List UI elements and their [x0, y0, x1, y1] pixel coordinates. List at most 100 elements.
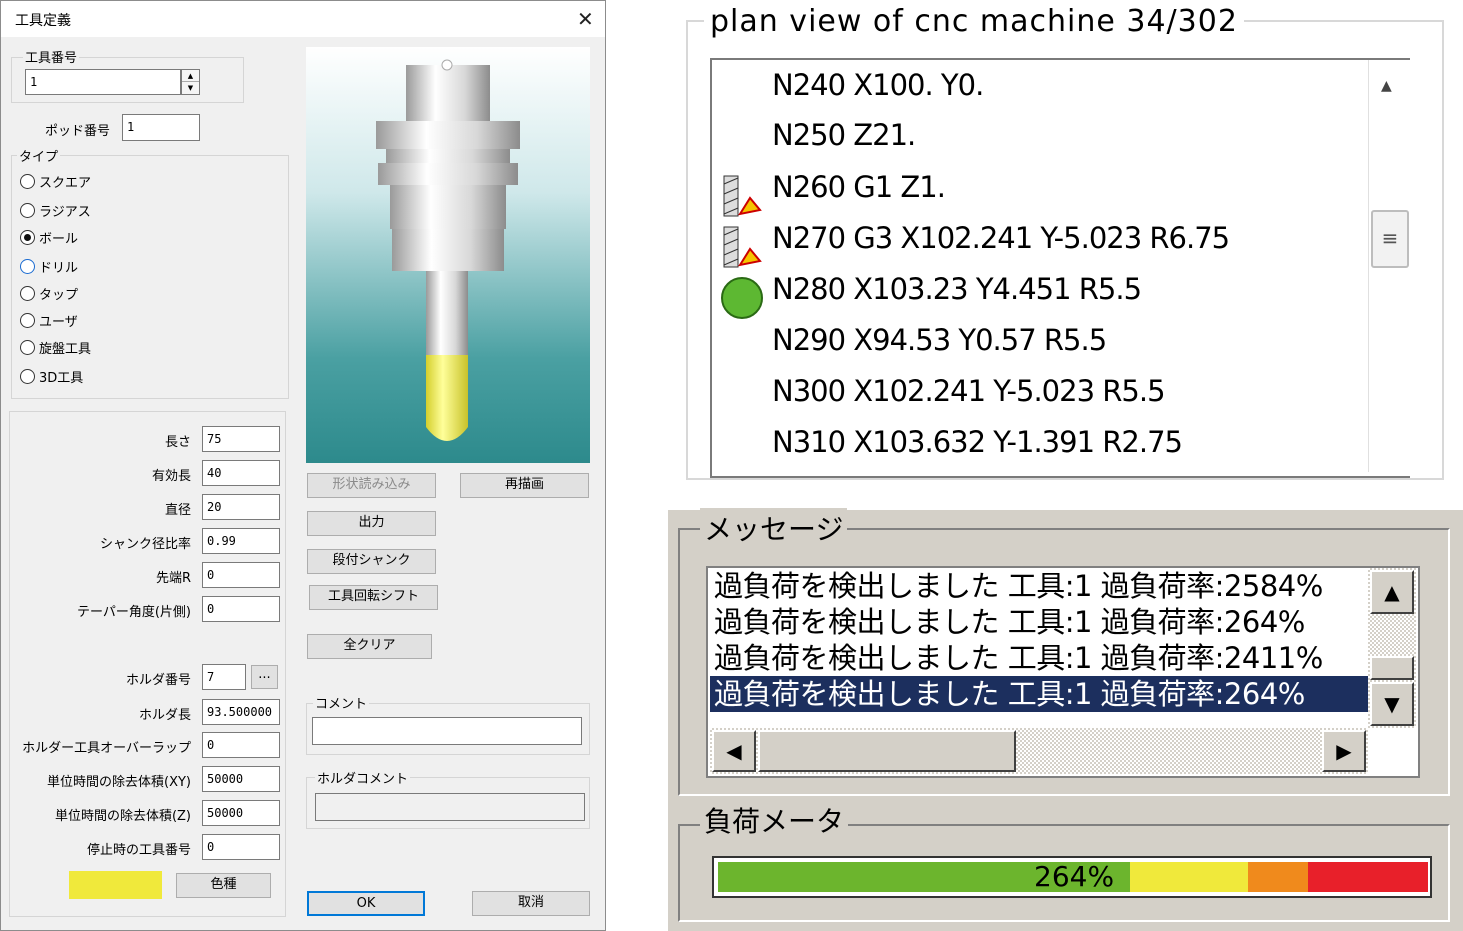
message-scroll-right-icon[interactable]: ▶ [1322, 730, 1366, 772]
tool-number-spinner[interactable]: ▲ ▼ [181, 69, 200, 95]
meter-red-segment [1308, 862, 1428, 892]
type-group [11, 155, 289, 399]
nc-line[interactable]: N310 X103.632 Y-1.391 R2.75 [772, 425, 1183, 459]
type-radio-0[interactable]: スクエア [20, 172, 91, 191]
radio-circle-icon[interactable] [20, 313, 35, 328]
nc-line[interactable]: N260 G1 Z1. [772, 170, 946, 204]
type-radio-6[interactable]: 旋盤工具 [20, 338, 91, 357]
param-input[interactable]: 93.500000 [202, 699, 280, 725]
nc-line[interactable]: N290 X94.53 Y0.57 R5.5 [772, 323, 1107, 357]
type-radio-7[interactable]: 3D工具 [20, 367, 83, 386]
type-radio-3[interactable]: ドリル [20, 257, 78, 276]
type-radio-label: タップ [39, 288, 79, 303]
color-button[interactable]: 色種 [176, 873, 271, 898]
holder-browse-button[interactable]: ... [251, 665, 278, 689]
load-shape-button[interactable]: 形状読み込み [307, 473, 436, 498]
type-radio-2[interactable]: ボール [20, 228, 78, 247]
message-scroll-left-icon[interactable]: ◀ [712, 730, 756, 772]
param-label: 単位時間の除去体積(Z) [54, 809, 191, 824]
radio-circle-icon[interactable] [20, 369, 35, 384]
radio-circle-icon[interactable] [20, 259, 35, 274]
title-bar: 工具定義 ✕ [1, 1, 605, 37]
tool-rotation-shift-button[interactable]: 工具回転シフト [309, 585, 438, 610]
nc-scroll-thumb[interactable]: ≡ [1371, 210, 1409, 268]
tool-number-label: 工具番号 [23, 47, 80, 66]
param-input[interactable]: 75 [202, 426, 280, 452]
message-item[interactable]: 過負荷を検出しました 工具:1 過負荷率:2584% [714, 568, 1368, 604]
param-input[interactable]: 50000 [202, 800, 280, 826]
param-input[interactable]: 0 [202, 562, 280, 588]
output-button[interactable]: 出力 [307, 511, 436, 536]
tool-preview-drawing [376, 59, 520, 441]
param-label: 単位時間の除去体積(XY) [47, 775, 191, 790]
message-scroll-down-icon[interactable]: ▼ [1370, 682, 1414, 726]
radio-circle-icon[interactable] [20, 203, 35, 218]
nc-line[interactable]: N270 G3 X102.241 Y-5.023 R6.75 [772, 221, 1230, 255]
param-input[interactable]: 7 [202, 664, 246, 690]
clear-all-button[interactable]: 全クリア [307, 634, 432, 659]
ok-button[interactable]: OK [307, 891, 425, 916]
radio-circle-icon[interactable] [20, 174, 35, 189]
type-radio-4[interactable]: タップ [20, 284, 78, 303]
holder-comment-label: ホルダコメント [315, 768, 411, 787]
type-radio-label: ラジアス [39, 205, 91, 220]
tool-number-input[interactable]: 1 [25, 69, 181, 95]
param-input[interactable]: 0 [202, 596, 280, 622]
message-vscroll-thumb[interactable] [1370, 656, 1414, 680]
type-radio-label: ドリル [39, 261, 79, 276]
dialog-title: 工具定義 [15, 13, 71, 29]
param-label: シャンク径比率 [99, 537, 191, 552]
radio-circle-icon[interactable] [20, 286, 35, 301]
message-label: メッセージ [700, 508, 848, 548]
nc-line[interactable]: N280 X103.23 Y4.451 R5.5 [772, 272, 1142, 306]
load-meter-value: 264% [1034, 860, 1115, 893]
type-label: タイプ [17, 146, 61, 165]
nc-line[interactable]: N300 X102.241 Y-5.023 R5.5 [772, 374, 1166, 408]
cancel-button[interactable]: 取消 [472, 891, 590, 916]
scroll-up-icon[interactable]: ▲ [1381, 78, 1392, 94]
radio-circle-icon[interactable] [20, 230, 35, 245]
message-item[interactable]: 過負荷を検出しました 工具:1 過負荷率:264% [714, 604, 1368, 640]
param-label: 直径 [164, 503, 191, 518]
holder-comment-input [315, 793, 585, 821]
param-label: 有効長 [151, 469, 191, 484]
type-radio-label: 旋盤工具 [39, 342, 92, 357]
param-label: 停止時の工具番号 [86, 843, 191, 858]
cutting-tool-icon [720, 174, 766, 224]
spin-down-icon[interactable]: ▼ [182, 82, 199, 94]
param-input[interactable]: 20 [202, 494, 280, 520]
param-input[interactable]: 0 [202, 834, 280, 860]
param-label: 先端R [155, 571, 191, 586]
message-item[interactable]: 過負荷を検出しました 工具:1 過負荷率:2411% [714, 640, 1368, 676]
nc-scrollbar[interactable]: ▲ ≡ [1368, 60, 1410, 472]
param-input[interactable]: 0 [202, 732, 280, 758]
type-radio-label: 3D工具 [39, 371, 84, 386]
message-scroll-up-icon[interactable]: ▲ [1370, 570, 1414, 614]
close-icon[interactable]: ✕ [577, 7, 594, 31]
type-radio-label: ユーザ [39, 315, 78, 330]
param-input[interactable]: 50000 [202, 766, 280, 792]
nc-line[interactable]: N240 X100. Y0. [772, 68, 984, 102]
pod-number-input[interactable]: 1 [122, 114, 200, 141]
message-hscroll-thumb[interactable] [758, 730, 1016, 772]
type-radio-5[interactable]: ユーザ [20, 311, 78, 330]
redraw-button[interactable]: 再描画 [460, 473, 589, 498]
type-radio-1[interactable]: ラジアス [20, 201, 91, 220]
param-label: ホルダー工具オーバーラップ [22, 741, 191, 756]
param-input[interactable]: 0.99 [202, 528, 280, 554]
message-item[interactable]: 過負荷を検出しました 工具:1 過負荷率:264% [710, 676, 1368, 712]
param-label: ホルダ番号 [125, 673, 191, 688]
green-circle-icon [720, 276, 764, 324]
nc-line[interactable]: N250 Z21. [772, 118, 916, 152]
meter-yellow-segment [1130, 862, 1248, 892]
stepped-shank-button[interactable]: 段付シャンク [307, 549, 436, 574]
radio-circle-icon[interactable] [20, 340, 35, 355]
param-label: 長さ [164, 435, 191, 450]
color-swatch [69, 871, 162, 899]
param-label: テーパー角度(片側) [76, 605, 191, 620]
type-radio-label: スクエア [39, 176, 92, 191]
param-input[interactable]: 40 [202, 460, 280, 486]
param-label: ホルダ長 [138, 708, 191, 723]
spin-up-icon[interactable]: ▲ [182, 70, 199, 82]
comment-input[interactable] [312, 717, 582, 745]
